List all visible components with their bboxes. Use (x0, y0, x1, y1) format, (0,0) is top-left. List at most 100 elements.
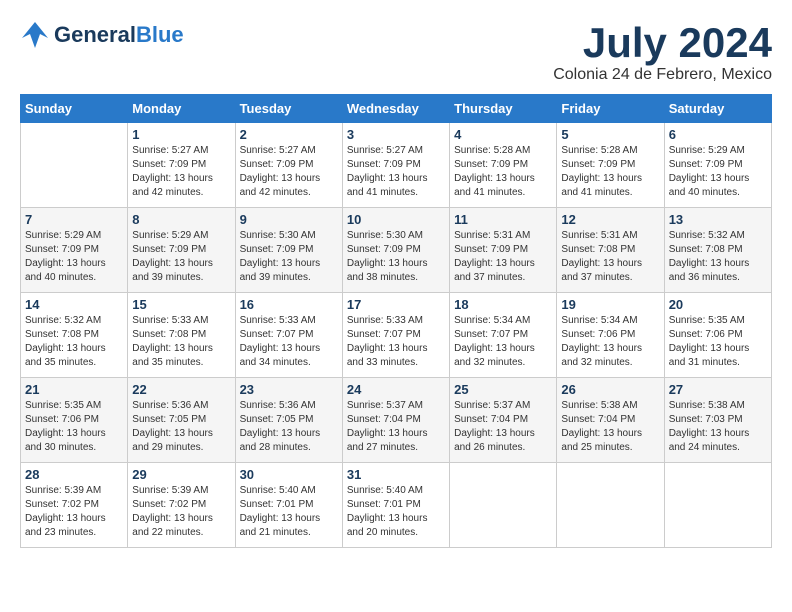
day-number: 27 (669, 382, 767, 397)
day-number: 11 (454, 212, 552, 227)
calendar-cell: 22 Sunrise: 5:36 AM Sunset: 7:05 PM Dayli… (128, 378, 235, 463)
day-number: 6 (669, 127, 767, 142)
weekday-header: Tuesday (235, 95, 342, 123)
day-number: 29 (132, 467, 230, 482)
calendar-week-row: 21Sunrise: 5:35 AM Sunset: 7:06 PM Dayli… (21, 378, 772, 463)
day-number: 23 (240, 382, 338, 397)
cell-info: Sunrise: 5:37 AM Sunset: 7:04 PM Dayligh… (347, 399, 445, 455)
cell-info: Sunrise: 5:35 AM Sunset: 7:06 PM Dayligh… (669, 314, 767, 370)
logo-icon (20, 20, 50, 50)
calendar-cell: 13Sunrise: 5:32 AM Sunset: 7:08 PM Dayli… (664, 208, 771, 293)
cell-info: Sunrise: 5:32 AM Sunset: 7:08 PM Dayligh… (25, 314, 123, 370)
cell-info: Sunrise: 5:38 AM Sunset: 7:04 PM Dayligh… (561, 399, 659, 455)
cell-info: Sunrise: 5:33 AM Sunset: 7:08 PM Dayligh… (132, 314, 230, 370)
cell-info: Sunrise: 5:40 AM Sunset: 7:01 PM Dayligh… (240, 484, 338, 540)
day-number: 12 (561, 212, 659, 227)
day-number: 25 (454, 382, 552, 397)
weekday-header: Sunday (21, 95, 128, 123)
weekday-header: Saturday (664, 95, 771, 123)
day-number: 4 (454, 127, 552, 142)
calendar-cell: 29 Sunrise: 5:39 AM Sunset: 7:02 PM Dayli… (128, 463, 235, 548)
day-number: 14 (25, 297, 123, 312)
cell-info: Sunrise: 5:36 AM Sunset: 7:05 PM Dayligh… (240, 399, 338, 455)
cell-info: Sunrise: 5:31 AM Sunset: 7:08 PM Dayligh… (561, 229, 659, 285)
day-number: 18 (454, 297, 552, 312)
day-number: 3 (347, 127, 445, 142)
calendar-cell: 28 Sunrise: 5:39 AM Sunset: 7:02 PM Dayli… (21, 463, 128, 548)
weekday-header: Wednesday (342, 95, 449, 123)
calendar-cell: 17 Sunrise: 5:33 AM Sunset: 7:07 PM Dayli… (342, 293, 449, 378)
cell-info: Sunrise: 5:29 AM Sunset: 7:09 PM Dayligh… (669, 144, 767, 200)
weekday-header: Friday (557, 95, 664, 123)
location-title: Colonia 24 de Febrero, Mexico (553, 66, 772, 84)
calendar-cell (557, 463, 664, 548)
calendar-cell (664, 463, 771, 548)
calendar-cell: 3 Sunrise: 5:27 AM Sunset: 7:09 PM Daylig… (342, 123, 449, 208)
cell-info: Sunrise: 5:40 AM Sunset: 7:01 PM Dayligh… (347, 484, 445, 540)
calendar-cell: 9Sunrise: 5:30 AM Sunset: 7:09 PM Daylig… (235, 208, 342, 293)
day-number: 19 (561, 297, 659, 312)
calendar-header-row: SundayMondayTuesdayWednesdayThursdayFrid… (21, 95, 772, 123)
day-number: 28 (25, 467, 123, 482)
day-number: 17 (347, 297, 445, 312)
calendar-cell: 24 Sunrise: 5:37 AM Sunset: 7:04 PM Dayli… (342, 378, 449, 463)
day-number: 24 (347, 382, 445, 397)
calendar-cell: 15 Sunrise: 5:33 AM Sunset: 7:08 PM Dayli… (128, 293, 235, 378)
calendar-cell: 8Sunrise: 5:29 AM Sunset: 7:09 PM Daylig… (128, 208, 235, 293)
cell-info: Sunrise: 5:28 AM Sunset: 7:09 PM Dayligh… (561, 144, 659, 200)
day-number: 15 (132, 297, 230, 312)
cell-info: Sunrise: 5:39 AM Sunset: 7:02 PM Dayligh… (25, 484, 123, 540)
day-number: 9 (240, 212, 338, 227)
cell-info: Sunrise: 5:31 AM Sunset: 7:09 PM Dayligh… (454, 229, 552, 285)
calendar-cell: 18 Sunrise: 5:34 AM Sunset: 7:07 PM Dayli… (450, 293, 557, 378)
day-number: 16 (240, 297, 338, 312)
day-number: 22 (132, 382, 230, 397)
cell-info: Sunrise: 5:36 AM Sunset: 7:05 PM Dayligh… (132, 399, 230, 455)
calendar-cell: 5 Sunrise: 5:28 AM Sunset: 7:09 PM Daylig… (557, 123, 664, 208)
cell-info: Sunrise: 5:29 AM Sunset: 7:09 PM Dayligh… (25, 229, 123, 285)
calendar-cell: 12 Sunrise: 5:31 AM Sunset: 7:08 PM Dayli… (557, 208, 664, 293)
cell-info: Sunrise: 5:27 AM Sunset: 7:09 PM Dayligh… (240, 144, 338, 200)
day-number: 31 (347, 467, 445, 482)
calendar-cell: 21Sunrise: 5:35 AM Sunset: 7:06 PM Dayli… (21, 378, 128, 463)
day-number: 2 (240, 127, 338, 142)
day-number: 10 (347, 212, 445, 227)
logo: GeneralBlue (20, 20, 184, 50)
calendar-cell: 10 Sunrise: 5:30 AM Sunset: 7:09 PM Dayli… (342, 208, 449, 293)
month-title: July 2024 (553, 20, 772, 66)
day-number: 5 (561, 127, 659, 142)
cell-info: Sunrise: 5:38 AM Sunset: 7:03 PM Dayligh… (669, 399, 767, 455)
calendar-cell: 2 Sunrise: 5:27 AM Sunset: 7:09 PM Daylig… (235, 123, 342, 208)
cell-info: Sunrise: 5:37 AM Sunset: 7:04 PM Dayligh… (454, 399, 552, 455)
calendar-cell: 23 Sunrise: 5:36 AM Sunset: 7:05 PM Dayli… (235, 378, 342, 463)
calendar-week-row: 28 Sunrise: 5:39 AM Sunset: 7:02 PM Dayli… (21, 463, 772, 548)
day-number: 30 (240, 467, 338, 482)
calendar-cell: 25 Sunrise: 5:37 AM Sunset: 7:04 PM Dayli… (450, 378, 557, 463)
cell-info: Sunrise: 5:39 AM Sunset: 7:02 PM Dayligh… (132, 484, 230, 540)
title-area: July 2024 Colonia 24 de Febrero, Mexico (553, 20, 772, 84)
calendar-cell (21, 123, 128, 208)
calendar-week-row: 14 Sunrise: 5:32 AM Sunset: 7:08 PM Dayli… (21, 293, 772, 378)
calendar-cell: 1 Sunrise: 5:27 AM Sunset: 7:09 PM Daylig… (128, 123, 235, 208)
day-number: 8 (132, 212, 230, 227)
cell-info: Sunrise: 5:33 AM Sunset: 7:07 PM Dayligh… (240, 314, 338, 370)
cell-info: Sunrise: 5:34 AM Sunset: 7:06 PM Dayligh… (561, 314, 659, 370)
cell-info: Sunrise: 5:27 AM Sunset: 7:09 PM Dayligh… (347, 144, 445, 200)
calendar-cell: 14 Sunrise: 5:32 AM Sunset: 7:08 PM Dayli… (21, 293, 128, 378)
calendar-cell: 30 Sunrise: 5:40 AM Sunset: 7:01 PM Dayli… (235, 463, 342, 548)
cell-info: Sunrise: 5:33 AM Sunset: 7:07 PM Dayligh… (347, 314, 445, 370)
calendar-cell: 26 Sunrise: 5:38 AM Sunset: 7:04 PM Dayli… (557, 378, 664, 463)
calendar-week-row: 7 Sunrise: 5:29 AM Sunset: 7:09 PM Daylig… (21, 208, 772, 293)
cell-info: Sunrise: 5:27 AM Sunset: 7:09 PM Dayligh… (132, 144, 230, 200)
cell-info: Sunrise: 5:34 AM Sunset: 7:07 PM Dayligh… (454, 314, 552, 370)
day-number: 1 (132, 127, 230, 142)
calendar-table: SundayMondayTuesdayWednesdayThursdayFrid… (20, 94, 772, 548)
calendar-cell: 4Sunrise: 5:28 AM Sunset: 7:09 PM Daylig… (450, 123, 557, 208)
day-number: 20 (669, 297, 767, 312)
day-number: 21 (25, 382, 123, 397)
day-number: 26 (561, 382, 659, 397)
calendar-cell: 6 Sunrise: 5:29 AM Sunset: 7:09 PM Daylig… (664, 123, 771, 208)
day-number: 7 (25, 212, 123, 227)
cell-info: Sunrise: 5:30 AM Sunset: 7:09 PM Dayligh… (347, 229, 445, 285)
header: GeneralBlue July 2024 Colonia 24 de Febr… (20, 20, 772, 84)
